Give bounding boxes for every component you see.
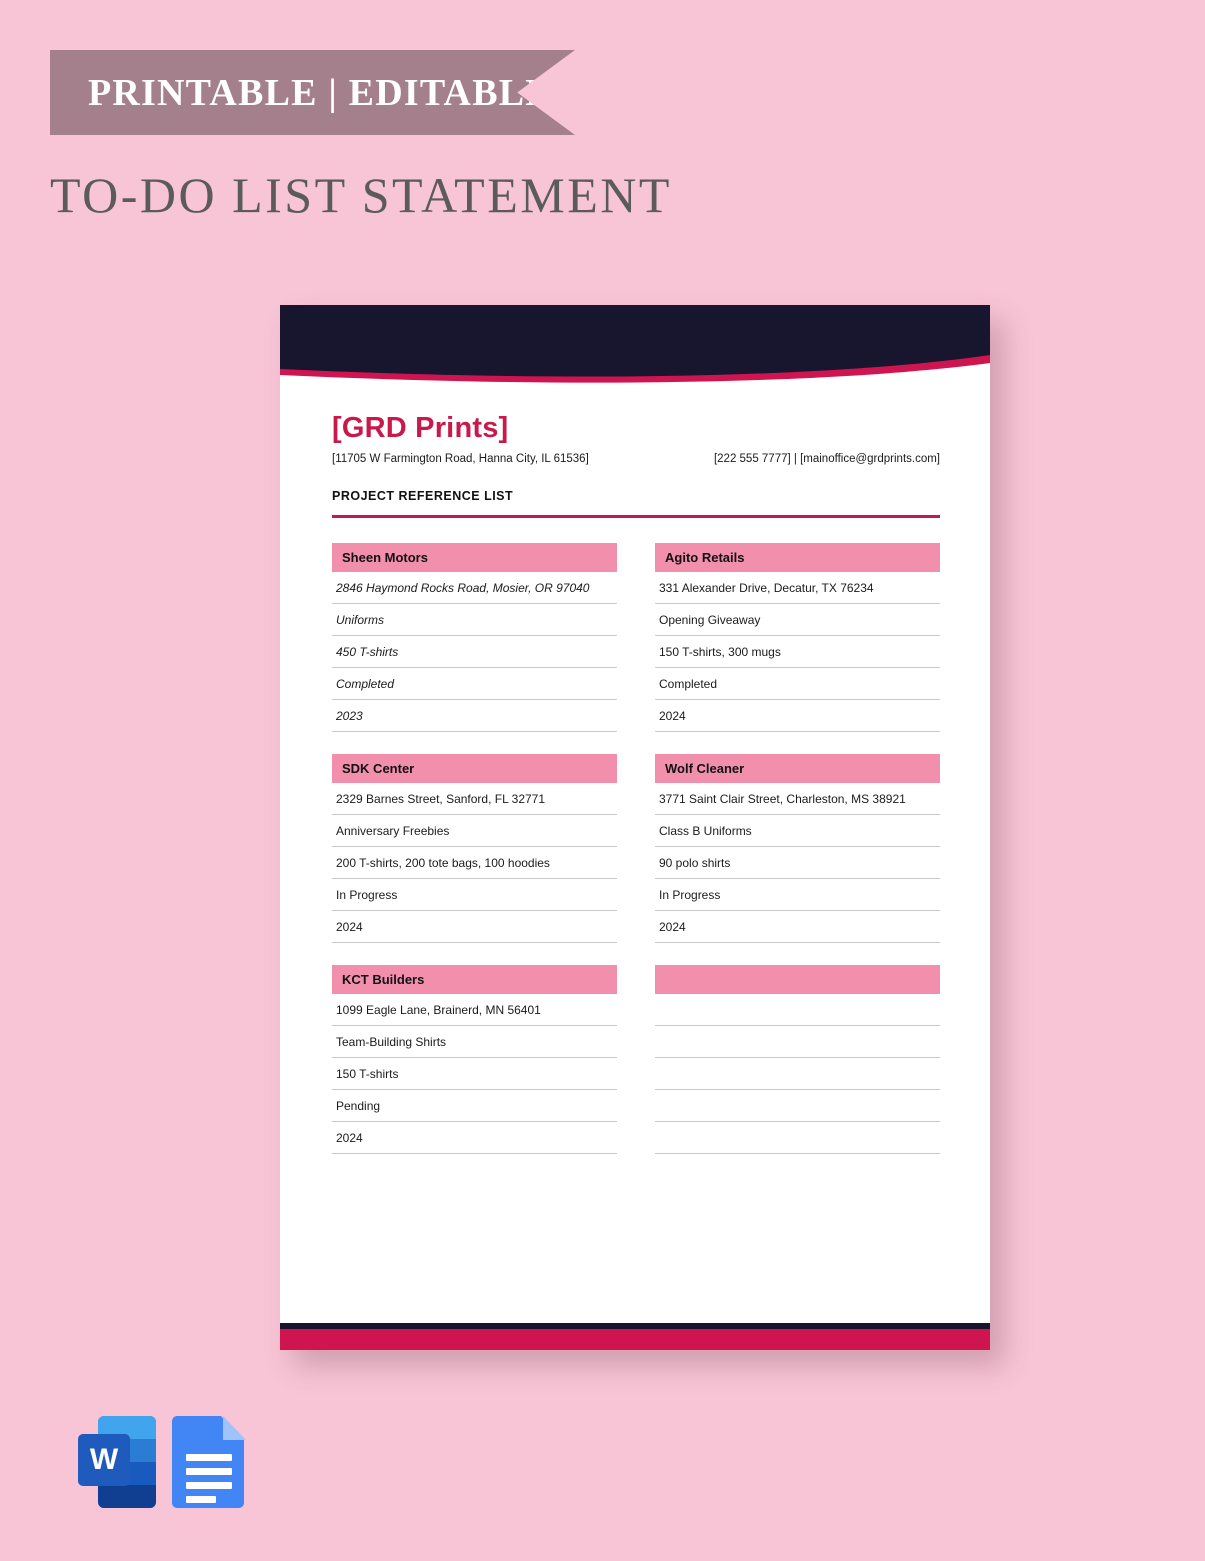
entry-title: KCT Builders xyxy=(342,972,425,987)
entry-row: 450 T-shirts xyxy=(332,636,617,668)
entry-card: KCT Builders 1099 Eagle Lane, Brainerd, … xyxy=(332,965,617,1154)
entry-row: In Progress xyxy=(332,879,617,911)
entries-column-right: Agito Retails 331 Alexander Drive, Decat… xyxy=(655,543,940,1176)
entry-row: 1099 Eagle Lane, Brainerd, MN 56401 xyxy=(332,994,617,1026)
entry-row: 3771 Saint Clair Street, Charleston, MS … xyxy=(655,783,940,815)
entry-row: Class B Uniforms xyxy=(655,815,940,847)
docs-line xyxy=(186,1468,232,1475)
entry-row xyxy=(655,994,940,1026)
document-footer-decoration xyxy=(280,1323,990,1350)
entry-card: Agito Retails 331 Alexander Drive, Decat… xyxy=(655,543,940,732)
entry-row: 200 T-shirts, 200 tote bags, 100 hoodies xyxy=(332,847,617,879)
entry-title-bar: Sheen Motors xyxy=(332,543,617,572)
project-reference-grid: Sheen Motors 2846 Haymond Rocks Road, Mo… xyxy=(332,543,940,1176)
docs-page-fold xyxy=(223,1416,246,1440)
word-letter: W xyxy=(89,1443,119,1476)
entry-row: 331 Alexander Drive, Decatur, TX 76234 xyxy=(655,572,940,604)
entry-row: Completed xyxy=(332,668,617,700)
page-title: TO-DO LIST STATEMENT xyxy=(50,167,672,223)
entry-row xyxy=(655,1058,940,1090)
entry-row: 150 T-shirts xyxy=(332,1058,617,1090)
entry-row: 150 T-shirts, 300 mugs xyxy=(655,636,940,668)
document-preview-sheet: [GRD Prints] [11705 W Farmington Road, H… xyxy=(280,305,990,1350)
docs-line xyxy=(186,1482,232,1489)
entry-card: Sheen Motors 2846 Haymond Rocks Road, Mo… xyxy=(332,543,617,732)
entry-title: Sheen Motors xyxy=(342,550,428,565)
contact-row: [11705 W Farmington Road, Hanna City, IL… xyxy=(332,453,940,465)
entry-row: Opening Giveaway xyxy=(655,604,940,636)
footer-crimson-bar xyxy=(280,1329,990,1350)
entry-row: Completed xyxy=(655,668,940,700)
company-name: [GRD Prints] xyxy=(332,412,509,444)
entry-row: 2023 xyxy=(332,700,617,732)
docs-line xyxy=(186,1454,232,1461)
entry-row: Pending xyxy=(332,1090,617,1122)
entry-card: Wolf Cleaner 3771 Saint Clair Street, Ch… xyxy=(655,754,940,943)
entry-title-bar xyxy=(655,965,940,994)
entry-row: 2024 xyxy=(332,911,617,943)
entry-row: 2024 xyxy=(332,1122,617,1154)
word-badge: W xyxy=(78,1434,130,1486)
entry-title: SDK Center xyxy=(342,761,415,776)
microsoft-word-icon[interactable]: W xyxy=(78,1412,156,1508)
entry-row: 2329 Barnes Street, Sanford, FL 32771 xyxy=(332,783,617,815)
entry-title: Agito Retails xyxy=(665,550,745,565)
company-address: [11705 W Farmington Road, Hanna City, IL… xyxy=(332,452,589,465)
entry-row: In Progress xyxy=(655,879,940,911)
google-docs-icon[interactable] xyxy=(172,1412,246,1508)
entry-title-bar: Agito Retails xyxy=(655,543,940,572)
entry-row: Anniversary Freebies xyxy=(332,815,617,847)
entry-title-bar: Wolf Cleaner xyxy=(655,754,940,783)
docs-text-lines xyxy=(186,1454,232,1510)
entry-row xyxy=(655,1026,940,1058)
section-divider-rule xyxy=(332,514,940,518)
entry-row: 2846 Haymond Rocks Road, Mosier, OR 9704… xyxy=(332,572,617,604)
docs-line xyxy=(186,1496,217,1503)
entry-row: 2024 xyxy=(655,911,940,943)
entry-row: Uniforms xyxy=(332,604,617,636)
printable-editable-ribbon: PRINTABLE | EDITABLE xyxy=(50,50,575,135)
word-band xyxy=(98,1485,156,1508)
document-header-decoration xyxy=(280,305,990,387)
entry-row: Team-Building Shirts xyxy=(332,1026,617,1058)
entry-row xyxy=(655,1122,940,1154)
format-icons-row: W xyxy=(78,1412,246,1508)
entry-card-blank xyxy=(655,965,940,1154)
entry-row: 2024 xyxy=(655,700,940,732)
entries-column-left: Sheen Motors 2846 Haymond Rocks Road, Mo… xyxy=(332,543,617,1176)
entry-title-bar: KCT Builders xyxy=(332,965,617,994)
entry-card: SDK Center 2329 Barnes Street, Sanford, … xyxy=(332,754,617,943)
entry-row: 90 polo shirts xyxy=(655,847,940,879)
letterhead: [GRD Prints] [11705 W Farmington Road, H… xyxy=(332,412,940,518)
entry-title: Wolf Cleaner xyxy=(665,761,745,776)
section-heading: PROJECT REFERENCE LIST xyxy=(332,488,514,503)
entry-title-bar: SDK Center xyxy=(332,754,617,783)
ribbon-label: PRINTABLE | EDITABLE xyxy=(88,71,552,114)
company-contact: [222 555 7777] | [mainoffice@grdprints.c… xyxy=(713,452,940,465)
entry-row xyxy=(655,1090,940,1122)
